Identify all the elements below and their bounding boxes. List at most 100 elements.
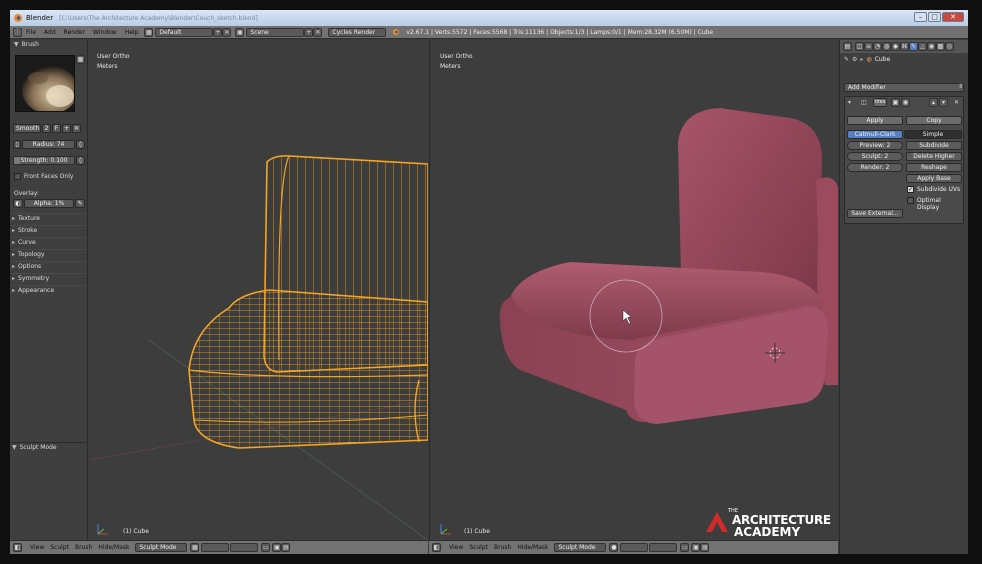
brush-panel-header[interactable]: ▼ Brush: [10, 40, 87, 50]
screen-layout-icon[interactable]: ▦: [144, 27, 154, 37]
apply-base-button[interactable]: Apply Base: [906, 174, 962, 183]
menu-view[interactable]: View: [449, 544, 463, 551]
simple-button[interactable]: Simple: [904, 130, 962, 139]
menu-hide-mask[interactable]: Hide/Mask: [98, 544, 129, 551]
render-toggle-icon[interactable]: ▣: [891, 98, 900, 107]
menu-file[interactable]: File: [26, 29, 36, 36]
menu-help[interactable]: Help: [125, 29, 139, 36]
close-button[interactable]: ✕: [942, 12, 964, 22]
modifiers-tab-icon[interactable]: ✎: [909, 42, 918, 51]
subdivide-uvs-checkbox[interactable]: ✓: [907, 186, 914, 193]
properties-editor-icon[interactable]: ▤: [843, 42, 852, 51]
editor-type-icon[interactable]: ◧: [13, 543, 22, 552]
add-layout-icon[interactable]: +: [213, 27, 223, 37]
data-tab-icon[interactable]: △: [918, 42, 927, 51]
layers-tab-icon[interactable]: ≡: [864, 42, 873, 51]
copy-button[interactable]: Copy: [906, 116, 962, 125]
strength-pressure-toggle[interactable]: ◊: [76, 156, 85, 165]
render-tab-icon[interactable]: ◫: [855, 42, 864, 51]
topology-panel-header[interactable]: ▸ Topology: [12, 249, 86, 259]
opengl-render-icon[interactable]: ▣: [272, 543, 282, 552]
layers-grid-2[interactable]: [230, 543, 259, 552]
menu-brush[interactable]: Brush: [75, 544, 92, 551]
menu-hide-mask[interactable]: Hide/Mask: [517, 544, 548, 551]
viewport-shading-icon[interactable]: ▦: [190, 543, 200, 552]
brush-add-icon[interactable]: +: [62, 124, 71, 133]
layers-grid[interactable]: [201, 543, 230, 552]
add-modifier-dropdown[interactable]: Add Modifier: [844, 83, 964, 92]
appearance-panel-header[interactable]: ▸ Appearance: [12, 285, 86, 295]
texture-tab-icon[interactable]: ▩: [936, 42, 945, 51]
layers-grid-2[interactable]: [649, 543, 678, 552]
scene-tab-icon[interactable]: ◔: [873, 42, 882, 51]
texture-panel-header[interactable]: ▸ Texture: [12, 213, 86, 223]
world-tab-icon[interactable]: ◍: [882, 42, 891, 51]
menu-render[interactable]: Render: [64, 29, 85, 36]
viewport-toggle-icon[interactable]: ◉: [901, 98, 910, 107]
sculpt-mode-panel-header[interactable]: ▼ Sculpt Mode: [12, 442, 86, 452]
preview-level-field[interactable]: Preview: 2: [847, 141, 903, 150]
editor-type-icon[interactable]: ◧: [432, 543, 441, 552]
brush-users-count[interactable]: 2: [42, 124, 51, 133]
overlay-toggle-icon[interactable]: ◐: [13, 199, 23, 208]
brush-name-field[interactable]: Smooth: [13, 124, 41, 133]
menu-view[interactable]: View: [30, 544, 44, 551]
move-down-icon[interactable]: ▾: [939, 98, 948, 107]
brush-browse-icon[interactable]: ▦: [76, 55, 85, 64]
modifier-name-field[interactable]: tires: [873, 98, 887, 107]
strength-slider[interactable]: Strength: 0.100: [13, 156, 75, 165]
mode-selector[interactable]: Sculpt Mode: [554, 543, 607, 552]
physics-tab-icon[interactable]: ◎: [945, 42, 954, 51]
opengl-anim-icon[interactable]: ▤: [700, 543, 710, 552]
menu-add[interactable]: Add: [44, 29, 56, 36]
catmull-clark-button[interactable]: Catmull-Clark: [847, 130, 903, 139]
overlay-eyedropper-icon[interactable]: ✎: [75, 199, 85, 208]
radius-slider[interactable]: Radius: 74: [22, 140, 75, 149]
scene-icon[interactable]: ▣: [235, 27, 245, 37]
viewport-shading-icon[interactable]: ●: [609, 543, 619, 552]
constraints-tab-icon[interactable]: ⌘: [900, 42, 909, 51]
curve-panel-header[interactable]: ▸ Curve: [12, 237, 86, 247]
maximize-button[interactable]: □: [928, 12, 941, 22]
object-tab-icon[interactable]: ◆: [891, 42, 900, 51]
subdivide-button[interactable]: Subdivide: [906, 141, 962, 150]
brush-preview-thumbnail[interactable]: [15, 55, 75, 112]
lock-camera-icon[interactable]: ▭: [680, 543, 690, 552]
pin-icon[interactable]: ✎: [844, 56, 849, 63]
layout-selector[interactable]: Default: [155, 27, 214, 37]
stroke-panel-header[interactable]: ▸ Stroke: [12, 225, 86, 235]
remove-scene-icon[interactable]: ✕: [313, 27, 323, 37]
options-panel-header[interactable]: ▸ Options: [12, 261, 86, 271]
delete-higher-button[interactable]: Delete Higher: [906, 152, 962, 161]
remove-modifier-icon[interactable]: ✕: [954, 99, 959, 106]
apply-button[interactable]: Apply: [847, 116, 903, 125]
scene-selector[interactable]: Scene: [246, 27, 305, 37]
layers-grid[interactable]: [620, 543, 649, 552]
radius-pressure-toggle[interactable]: ◊: [76, 140, 85, 149]
material-tab-icon[interactable]: ◉: [927, 42, 936, 51]
opengl-anim-icon[interactable]: ▤: [281, 543, 291, 552]
viewport-right[interactable]: User Ortho Meters (1) Cube THE ARCHITECT…: [429, 40, 838, 540]
minimize-button[interactable]: –: [914, 12, 927, 22]
overlay-alpha-slider[interactable]: Alpha: 1%: [24, 199, 74, 208]
reshape-button[interactable]: Reshape: [906, 163, 962, 172]
add-scene-icon[interactable]: +: [304, 27, 314, 37]
render-engine-selector[interactable]: Cycles Render: [328, 27, 387, 37]
menu-window[interactable]: Window: [93, 29, 117, 36]
lock-camera-icon[interactable]: ▭: [261, 543, 271, 552]
move-up-icon[interactable]: ▴: [929, 98, 938, 107]
sculpt-level-field[interactable]: Sculpt: 2: [847, 152, 903, 161]
radius-pressure-icon[interactable]: ▯: [13, 140, 21, 149]
front-faces-checkbox[interactable]: [14, 173, 21, 180]
save-external-button[interactable]: Save External...: [847, 209, 903, 218]
remove-layout-icon[interactable]: ✕: [222, 27, 232, 37]
menu-brush[interactable]: Brush: [494, 544, 511, 551]
menu-sculpt[interactable]: Sculpt: [50, 544, 69, 551]
optimal-display-checkbox[interactable]: [907, 197, 914, 204]
menu-sculpt[interactable]: Sculpt: [469, 544, 488, 551]
brush-remove-icon[interactable]: ✕: [72, 124, 81, 133]
expand-triangle-icon[interactable]: ▾: [848, 99, 851, 106]
opengl-render-icon[interactable]: ▣: [691, 543, 701, 552]
symmetry-panel-header[interactable]: ▸ Symmetry: [12, 273, 86, 283]
render-level-field[interactable]: Render: 2: [847, 163, 903, 172]
